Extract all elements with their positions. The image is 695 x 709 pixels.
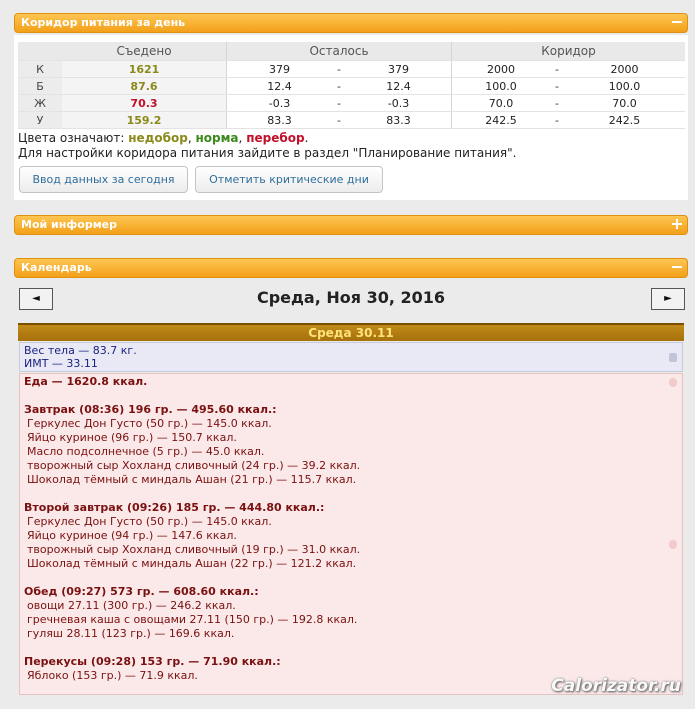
scale-icon [669, 353, 677, 362]
list-item: овощи 27.11 (300 гр.) — 246.2 ккал. [27, 599, 236, 612]
row-label: К [18, 60, 62, 78]
list-item: Масло подсолнечное (5 гр.) — 45.0 ккал. [27, 445, 265, 458]
corridor-panel-title: Коридор питания за день [21, 16, 186, 29]
meal-title: Второй завтрак (09:26) 185 гр. — 444.80 … [24, 501, 325, 514]
day-header[interactable]: Среда 30.11 [18, 323, 684, 341]
informer-panel-title: Мой информер [21, 218, 118, 231]
list-item: Геркулес Дон Густо (50 гр.) — 145.0 ккал… [27, 515, 272, 528]
color-legend: Цвета означают: недобор, норма, перебор. [18, 131, 309, 145]
calendar-panel-header[interactable]: Календарь [14, 258, 688, 278]
corridor-min: 242.5 [451, 111, 550, 129]
informer-panel: Мой информер [14, 215, 688, 235]
watermark: Calorizator.ru [551, 676, 681, 696]
list-item: Шоколад тёмный с миндаль Ашан (22 гр.) —… [27, 557, 357, 570]
date-title: Среда, Ноя 30, 2016 [256, 288, 446, 307]
legend-high: перебор [246, 131, 305, 145]
corridor-table: Съедено Осталось Коридор К 1621 379 - 37… [18, 42, 685, 129]
header-corridor: Коридор [451, 42, 685, 61]
list-item: Геркулес Дон Густо (50 гр.) — 145.0 ккал… [27, 417, 272, 430]
left-min: 379 [226, 60, 332, 78]
collapse-icon[interactable] [671, 261, 683, 273]
corridor-panel: Коридор питания за день [14, 13, 688, 33]
list-item: творожный сыр Хохланд сливочный (19 гр.)… [27, 543, 361, 556]
corridor-max: 70.0 [564, 94, 685, 112]
left-max: 83.3 [346, 111, 452, 129]
food-box[interactable]: Еда — 1620.8 ккал. Завтрак (08:36) 196 г… [19, 373, 683, 695]
eaten-value: 1621 [62, 60, 227, 78]
dash: - [332, 111, 346, 129]
row-label: У [18, 111, 62, 129]
meal-title: Обед (09:27) 573 гр. — 608.60 ккал.: [24, 585, 259, 598]
corridor-max: 100.0 [564, 77, 685, 95]
list-item: гуляш 28.11 (123 гр.) — 169.6 ккал. [27, 627, 235, 640]
calendar-panel-title: Календарь [21, 261, 92, 274]
legend-low: недобор [128, 131, 188, 145]
calendar-nav: ◄ Среда, Ноя 30, 2016 ► [14, 278, 688, 318]
body-weight: Вес тела — 83.7 кг. [24, 344, 137, 357]
legend-prefix: Цвета означают: [18, 131, 125, 145]
list-item: Яйцо куриное (96 гр.) — 150.7 ккал. [27, 431, 237, 444]
left-min: -0.3 [226, 94, 332, 112]
header-left: Осталось [226, 42, 452, 61]
table-row: К 1621 379 - 379 2000 - 2000 [18, 60, 685, 78]
apple-icon [669, 378, 677, 387]
next-day-button[interactable]: ► [651, 288, 685, 310]
left-min: 83.3 [226, 111, 332, 129]
collapse-icon[interactable] [671, 16, 683, 28]
list-item: Шоколад тёмный с миндаль Ашан (21 гр.) —… [27, 473, 357, 486]
dash: - [332, 77, 346, 95]
dash: - [332, 60, 346, 78]
enter-today-button[interactable]: Ввод данных за сегодня [19, 166, 188, 193]
weight-box[interactable]: Вес тела — 83.7 кг. ИМТ — 33.11 [19, 342, 683, 372]
meal-title: Завтрак (08:36) 196 гр. — 495.60 ккал.: [24, 403, 277, 416]
config-note: Для настройки коридора питания зайдите в… [18, 146, 517, 160]
list-item: гречневая каша с овощами 27.11 (150 гр.)… [27, 613, 358, 626]
left-min: 12.4 [226, 77, 332, 95]
row-label: Ж [18, 94, 62, 112]
corridor-max: 2000 [564, 60, 685, 78]
mark-critical-days-button[interactable]: Отметить критические дни [195, 166, 383, 193]
corridor-min: 100.0 [451, 77, 550, 95]
meal-title: Перекусы (09:28) 153 гр. — 71.90 ккал.: [24, 655, 281, 668]
corridor-header-row: Съедено Осталось Коридор [18, 42, 685, 61]
apple-icon [669, 540, 677, 549]
dash: - [550, 77, 564, 95]
expand-icon[interactable] [671, 218, 683, 230]
dash: - [550, 60, 564, 78]
left-max: 379 [346, 60, 452, 78]
dash: - [550, 111, 564, 129]
informer-panel-header[interactable]: Мой информер [14, 215, 688, 235]
calendar-panel: Календарь [14, 258, 688, 278]
dash: - [550, 94, 564, 112]
corridor-max: 242.5 [564, 111, 685, 129]
table-row: Б 87.6 12.4 - 12.4 100.0 - 100.0 [18, 77, 685, 95]
left-max: 12.4 [346, 77, 452, 95]
corridor-min: 70.0 [451, 94, 550, 112]
eaten-value: 159.2 [62, 111, 227, 129]
left-max: -0.3 [346, 94, 452, 112]
list-item: Яйцо куриное (94 гр.) — 147.6 ккал. [27, 529, 237, 542]
eaten-value: 87.6 [62, 77, 227, 95]
arrow-right-icon: ► [664, 293, 672, 304]
eaten-value: 70.3 [62, 94, 227, 112]
table-row: Ж 70.3 -0.3 - -0.3 70.0 - 70.0 [18, 94, 685, 112]
row-label: Б [18, 77, 62, 95]
food-total: Еда — 1620.8 ккал. [24, 375, 148, 388]
corridor-panel-header[interactable]: Коридор питания за день [14, 13, 688, 33]
corridor-min: 2000 [451, 60, 550, 78]
header-eaten: Съедено [62, 42, 227, 61]
table-row: У 159.2 83.3 - 83.3 242.5 - 242.5 [18, 111, 685, 129]
list-item: творожный сыр Хохланд сливочный (24 гр.)… [27, 459, 361, 472]
legend-ok: норма [195, 131, 239, 145]
dash: - [332, 94, 346, 112]
bmi: ИМТ — 33.11 [24, 357, 98, 370]
